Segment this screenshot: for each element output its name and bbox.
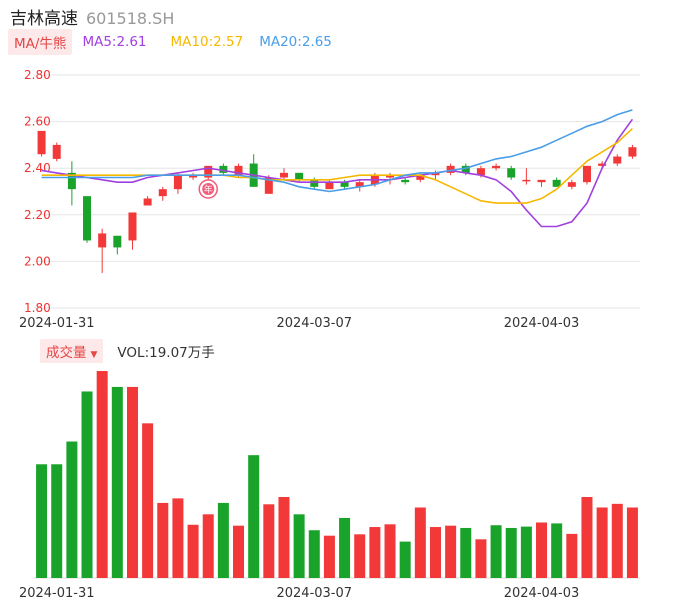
volume-bar bbox=[51, 464, 63, 578]
volume-bar bbox=[142, 423, 154, 578]
volume-bar bbox=[429, 527, 441, 578]
volume-bar bbox=[157, 502, 169, 578]
volume-bar bbox=[551, 523, 563, 578]
candle-down bbox=[507, 168, 516, 178]
ma10-line bbox=[41, 128, 633, 204]
candle-up bbox=[98, 233, 107, 248]
volume-bar bbox=[520, 526, 532, 578]
volume-bar bbox=[369, 527, 381, 578]
volume-bar bbox=[505, 527, 517, 578]
candle-down bbox=[295, 172, 304, 180]
price-chart[interactable]: 2.80 2.60 2.40 2.20 2.00 1.80 年 2024-01-31 2024-… bbox=[0, 0, 686, 335]
volume-bar bbox=[248, 455, 260, 578]
price-tick-label: 2.60 bbox=[24, 115, 51, 129]
volume-bar bbox=[490, 525, 502, 578]
volume-bar bbox=[626, 507, 638, 578]
volume-x-tick-label: 2024-03-07 bbox=[276, 586, 352, 601]
volume-x-tick-label: 2024-01-31 bbox=[19, 586, 95, 601]
candle-up bbox=[279, 172, 288, 178]
candle-up bbox=[522, 179, 531, 182]
volume-bar bbox=[399, 541, 411, 578]
volume-bar bbox=[111, 386, 123, 578]
volume-bar bbox=[384, 524, 396, 578]
volume-bar bbox=[475, 539, 487, 578]
candle-up bbox=[537, 179, 546, 183]
volume-bar bbox=[233, 525, 245, 578]
volume-bar bbox=[36, 464, 48, 578]
candle-down bbox=[83, 196, 92, 241]
volume-indicator-selector[interactable]: 成交量 ▼ bbox=[40, 339, 104, 363]
volume-value: VOL:19.07万手 bbox=[117, 345, 215, 361]
candle-up bbox=[325, 182, 334, 190]
volume-bar bbox=[202, 514, 214, 578]
volume-bar bbox=[581, 497, 593, 578]
candle-up bbox=[173, 175, 182, 190]
volume-bar bbox=[66, 441, 78, 578]
price-x-tick-label: 2024-01-31 bbox=[19, 316, 95, 331]
candle-up bbox=[628, 147, 637, 157]
volume-bar bbox=[187, 524, 199, 578]
volume-bar bbox=[263, 504, 275, 578]
volume-bar bbox=[217, 502, 229, 578]
volume-bar bbox=[596, 507, 608, 578]
volume-bar bbox=[611, 503, 623, 578]
candle-up bbox=[613, 156, 622, 164]
candle-down bbox=[310, 179, 319, 187]
ma5-line bbox=[41, 118, 634, 228]
price-tick-label: 2.40 bbox=[24, 161, 51, 175]
event-badge-text: 年 bbox=[204, 184, 213, 196]
candle-up bbox=[567, 182, 576, 187]
candle-down bbox=[113, 235, 122, 248]
candle-up bbox=[128, 212, 137, 241]
candle-up bbox=[492, 165, 501, 169]
candle-up bbox=[582, 165, 591, 183]
volume-bar bbox=[81, 391, 93, 578]
price-tick-label: 2.80 bbox=[24, 68, 51, 82]
candle-up bbox=[37, 130, 46, 155]
price-tick-label: 1.80 bbox=[24, 301, 51, 315]
caret-down-icon: ▼ bbox=[90, 350, 98, 360]
volume-bar bbox=[414, 507, 426, 578]
volume-bar bbox=[339, 517, 351, 578]
volume-bar bbox=[354, 534, 366, 578]
volume-x-tick-label: 2024-04-03 bbox=[504, 586, 580, 601]
candle-up bbox=[52, 144, 61, 159]
volume-bar bbox=[566, 533, 578, 578]
volume-legend: 成交量 ▼ VOL:19.07万手 bbox=[40, 339, 215, 363]
volume-bar bbox=[96, 371, 108, 578]
price-tick-label: 2.00 bbox=[24, 254, 51, 268]
volume-bar bbox=[293, 514, 305, 578]
volume-bar bbox=[278, 497, 290, 578]
price-x-tick-label: 2024-04-03 bbox=[504, 316, 580, 331]
volume-bar bbox=[172, 498, 184, 578]
volume-bar bbox=[445, 525, 457, 578]
volume-indicator-label: 成交量 bbox=[46, 345, 87, 361]
candle-up bbox=[143, 198, 152, 206]
candle-up bbox=[158, 189, 167, 197]
price-tick-label: 2.20 bbox=[24, 208, 51, 222]
volume-bar bbox=[460, 527, 472, 578]
volume-bar bbox=[323, 535, 335, 578]
volume-bar bbox=[308, 530, 320, 578]
volume-bar bbox=[536, 522, 548, 578]
candle-down bbox=[401, 179, 410, 183]
volume-bar bbox=[126, 386, 138, 578]
price-x-tick-label: 2024-03-07 bbox=[276, 316, 352, 331]
